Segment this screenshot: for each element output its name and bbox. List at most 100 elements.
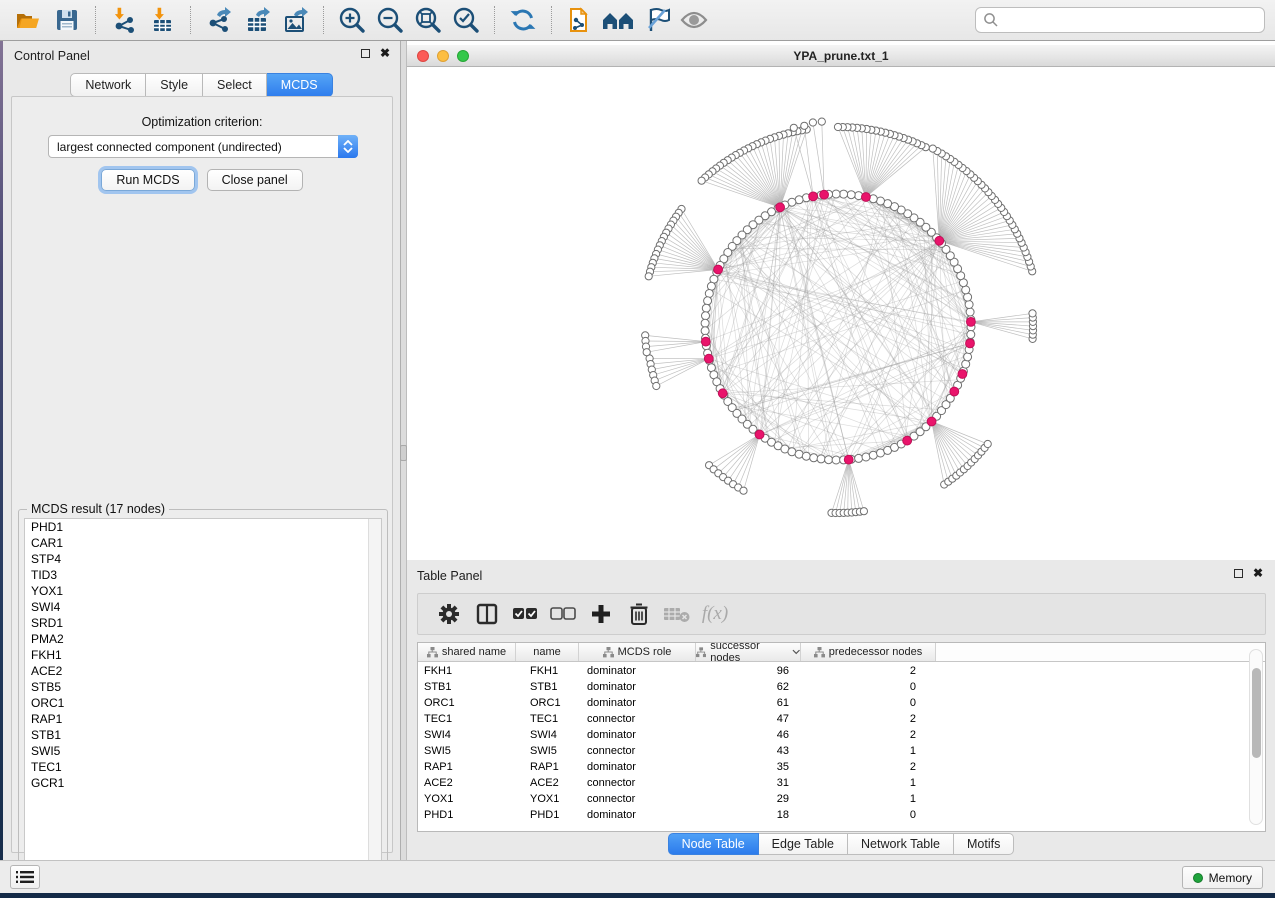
network-node[interactable]: [966, 308, 974, 316]
close-panel-button[interactable]: Close panel: [207, 169, 303, 191]
network-canvas[interactable]: [407, 67, 1275, 560]
network-leaf-node[interactable]: [818, 118, 825, 125]
network-node[interactable]: [832, 190, 840, 198]
splitter-grip[interactable]: [400, 445, 407, 461]
delete-table-button[interactable]: [658, 597, 696, 631]
tab-select[interactable]: Select: [203, 73, 267, 97]
network-node[interactable]: [702, 312, 710, 320]
mcds-result-item[interactable]: SWI5: [25, 743, 381, 759]
column-header-successor-nodes[interactable]: successor nodes: [696, 643, 801, 661]
mcds-result-item[interactable]: SWI4: [25, 599, 381, 615]
import-table-button[interactable]: [143, 3, 181, 37]
mcds-result-item[interactable]: PHD1: [25, 519, 381, 535]
table-row[interactable]: SWI5SWI5connector431: [418, 743, 1265, 759]
network-leaf-node[interactable]: [984, 440, 991, 447]
network-node[interactable]: [702, 304, 710, 312]
network-mcds-node[interactable]: [935, 236, 944, 245]
network-mcds-node[interactable]: [844, 455, 853, 464]
export-table-button[interactable]: [238, 3, 276, 37]
network-node[interactable]: [701, 327, 709, 335]
network-leaf-node[interactable]: [790, 124, 797, 131]
network-node[interactable]: [967, 331, 975, 339]
close-table-panel-icon[interactable]: ✖: [1253, 569, 1263, 578]
table-settings-button[interactable]: [430, 597, 468, 631]
network-leaf-node[interactable]: [834, 123, 841, 130]
mcds-result-item[interactable]: RAP1: [25, 711, 381, 727]
run-mcds-button[interactable]: Run MCDS: [101, 169, 194, 191]
column-header-name[interactable]: name: [516, 643, 579, 661]
zoom-in-button[interactable]: [333, 3, 371, 37]
table-row[interactable]: RAP1RAP1dominator352: [418, 759, 1265, 775]
zoom-selected-button[interactable]: [447, 3, 485, 37]
column-header-shared-name[interactable]: shared name: [418, 643, 516, 661]
network-mcds-node[interactable]: [820, 190, 829, 199]
network-leaf-node[interactable]: [645, 273, 652, 280]
open-file-button[interactable]: [10, 3, 48, 37]
network-mcds-node[interactable]: [903, 436, 912, 445]
mcds-result-item[interactable]: TEC1: [25, 759, 381, 775]
close-panel-icon[interactable]: ✖: [380, 49, 390, 58]
optimization-criterion-dropdown[interactable]: largest connected component (undirected): [48, 135, 358, 158]
mcds-result-item[interactable]: GCR1: [25, 775, 381, 791]
network-mcds-node[interactable]: [704, 354, 713, 363]
mcds-result-item[interactable]: STB5: [25, 679, 381, 695]
import-network-button[interactable]: [105, 3, 143, 37]
search-box[interactable]: [975, 7, 1265, 33]
network-mcds-node[interactable]: [966, 339, 975, 348]
network-node[interactable]: [964, 353, 972, 361]
deselect-all-button[interactable]: [544, 597, 582, 631]
table-row[interactable]: ACE2ACE2connector311: [418, 775, 1265, 791]
network-node[interactable]: [817, 455, 825, 463]
tab-node-table[interactable]: Node Table: [668, 833, 759, 855]
float-table-panel-icon[interactable]: [1234, 569, 1243, 578]
tab-motifs[interactable]: Motifs: [954, 833, 1014, 855]
network-leaf-node[interactable]: [698, 177, 705, 184]
network-node[interactable]: [701, 319, 709, 327]
tab-mcds[interactable]: MCDS: [267, 73, 333, 97]
network-leaf-node[interactable]: [860, 508, 867, 515]
zoom-out-button[interactable]: [371, 3, 409, 37]
network-node[interactable]: [825, 456, 833, 464]
network-mcds-node[interactable]: [701, 337, 710, 346]
network-leaf-node[interactable]: [740, 487, 747, 494]
tab-network[interactable]: Network: [70, 73, 146, 97]
network-mcds-node[interactable]: [950, 387, 959, 396]
network-mcds-node[interactable]: [862, 193, 871, 202]
float-panel-icon[interactable]: [361, 49, 370, 58]
network-node[interactable]: [847, 191, 855, 199]
add-column-button[interactable]: [582, 597, 620, 631]
table-row[interactable]: SWI4SWI4dominator462: [418, 727, 1265, 743]
mcds-result-item[interactable]: FKH1: [25, 647, 381, 663]
mcds-result-list[interactable]: PHD1CAR1STP4TID3YOX1SWI4SRD1PMA2FKH1ACE2…: [24, 518, 382, 875]
show-all-button[interactable]: [675, 3, 713, 37]
mcds-result-item[interactable]: STB1: [25, 727, 381, 743]
network-node[interactable]: [965, 301, 973, 309]
network-leaf-node[interactable]: [1029, 310, 1036, 317]
tab-style[interactable]: Style: [146, 73, 203, 97]
table-row[interactable]: YOX1YOX1connector291: [418, 791, 1265, 807]
zoom-fit-button[interactable]: [409, 3, 447, 37]
first-neighbors-button[interactable]: [599, 3, 637, 37]
table-row[interactable]: STB1STB1dominator620: [418, 679, 1265, 695]
network-node[interactable]: [802, 452, 810, 460]
tab-edge-table[interactable]: Edge Table: [759, 833, 848, 855]
network-node[interactable]: [862, 453, 870, 461]
column-header-MCDS-role[interactable]: MCDS role: [579, 643, 696, 661]
mcds-result-item[interactable]: ORC1: [25, 695, 381, 711]
tab-network-table[interactable]: Network Table: [848, 833, 954, 855]
network-mcds-node[interactable]: [718, 389, 727, 398]
mcds-result-item[interactable]: CAR1: [25, 535, 381, 551]
network-mcds-node[interactable]: [755, 430, 764, 439]
network-node[interactable]: [832, 456, 840, 464]
network-node[interactable]: [840, 190, 848, 198]
network-mcds-node[interactable]: [927, 417, 936, 426]
search-input[interactable]: [999, 13, 1257, 27]
function-builder-button[interactable]: f(x): [696, 597, 734, 631]
new-network-from-selection-button[interactable]: [561, 3, 599, 37]
mcds-result-item[interactable]: TID3: [25, 567, 381, 583]
network-mcds-node[interactable]: [967, 318, 976, 327]
export-network-button[interactable]: [200, 3, 238, 37]
memory-button[interactable]: Memory: [1182, 866, 1263, 889]
mcds-result-item[interactable]: PMA2: [25, 631, 381, 647]
table-scrollbar-thumb[interactable]: [1252, 668, 1261, 758]
